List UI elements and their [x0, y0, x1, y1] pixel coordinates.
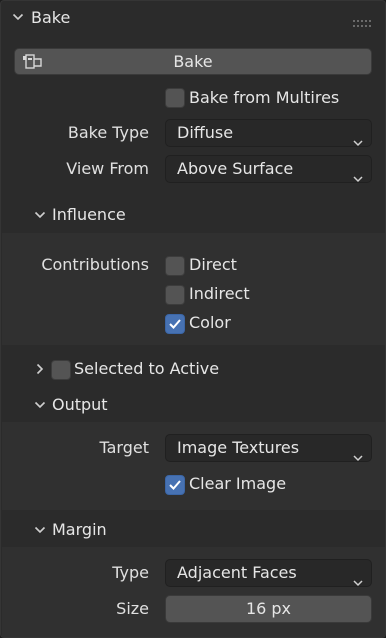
bake-type-label: Bake Type: [67, 123, 149, 142]
chevron-down-icon: [353, 129, 363, 147]
direct-checkbox[interactable]: [165, 256, 185, 276]
margin-size-field[interactable]: 16 px: [165, 595, 372, 623]
bake-button[interactable]: Bake: [14, 48, 372, 75]
indirect-checkbox[interactable]: [165, 285, 185, 305]
indirect-label[interactable]: Indirect: [189, 284, 250, 304]
target-dropdown[interactable]: Image Textures: [165, 434, 372, 462]
target-label: Target: [99, 438, 150, 457]
bake-from-multires-label[interactable]: Bake from Multires: [189, 88, 339, 108]
chevron-down-icon[interactable]: [34, 524, 46, 536]
bake-type-dropdown[interactable]: Diffuse: [165, 119, 372, 147]
chevron-down-icon[interactable]: [34, 209, 46, 221]
color-label[interactable]: Color: [189, 313, 231, 333]
chevron-down-icon: [353, 165, 363, 183]
margin-size-label: Size: [116, 599, 149, 618]
margin-type-label: Type: [112, 563, 149, 582]
color-checkbox[interactable]: [165, 314, 185, 334]
checkmark-icon: [169, 480, 181, 490]
view-from-label: View From: [66, 159, 149, 178]
view-from-dropdown[interactable]: Above Surface: [165, 155, 372, 183]
bake-from-multires-checkbox[interactable]: [165, 88, 185, 108]
output-header[interactable]: Output: [52, 395, 108, 415]
chevron-down-icon: [353, 569, 363, 587]
contributions-label: Contributions: [41, 255, 149, 274]
clear-image-checkbox[interactable]: [165, 475, 185, 495]
chevron-right-icon[interactable]: [34, 363, 46, 375]
chevron-down-icon: [353, 444, 363, 462]
bake-render-icon: [22, 54, 44, 74]
drag-grip-icon[interactable]: [353, 13, 371, 27]
selected-to-active-checkbox[interactable]: [51, 360, 71, 380]
target-value: Image Textures: [177, 438, 300, 457]
view-from-value: Above Surface: [177, 159, 294, 178]
bake-panel: Bake Bake Bake from Multires Bake Type D…: [0, 0, 386, 638]
chevron-down-icon[interactable]: [34, 399, 46, 411]
panel-title[interactable]: Bake: [31, 8, 70, 28]
chevron-down-icon[interactable]: [12, 11, 24, 23]
margin-size-value: 16 px: [245, 599, 292, 618]
bake-button-label: Bake: [173, 52, 213, 71]
checkmark-icon: [169, 319, 181, 329]
bake-type-value: Diffuse: [177, 123, 234, 142]
margin-type-value: Adjacent Faces: [177, 563, 297, 582]
selected-to-active-label[interactable]: Selected to Active: [74, 359, 219, 379]
influence-header[interactable]: Influence: [52, 205, 126, 225]
clear-image-label[interactable]: Clear Image: [189, 474, 286, 494]
direct-label[interactable]: Direct: [189, 255, 237, 275]
margin-type-dropdown[interactable]: Adjacent Faces: [165, 559, 372, 587]
margin-header[interactable]: Margin: [52, 520, 107, 540]
